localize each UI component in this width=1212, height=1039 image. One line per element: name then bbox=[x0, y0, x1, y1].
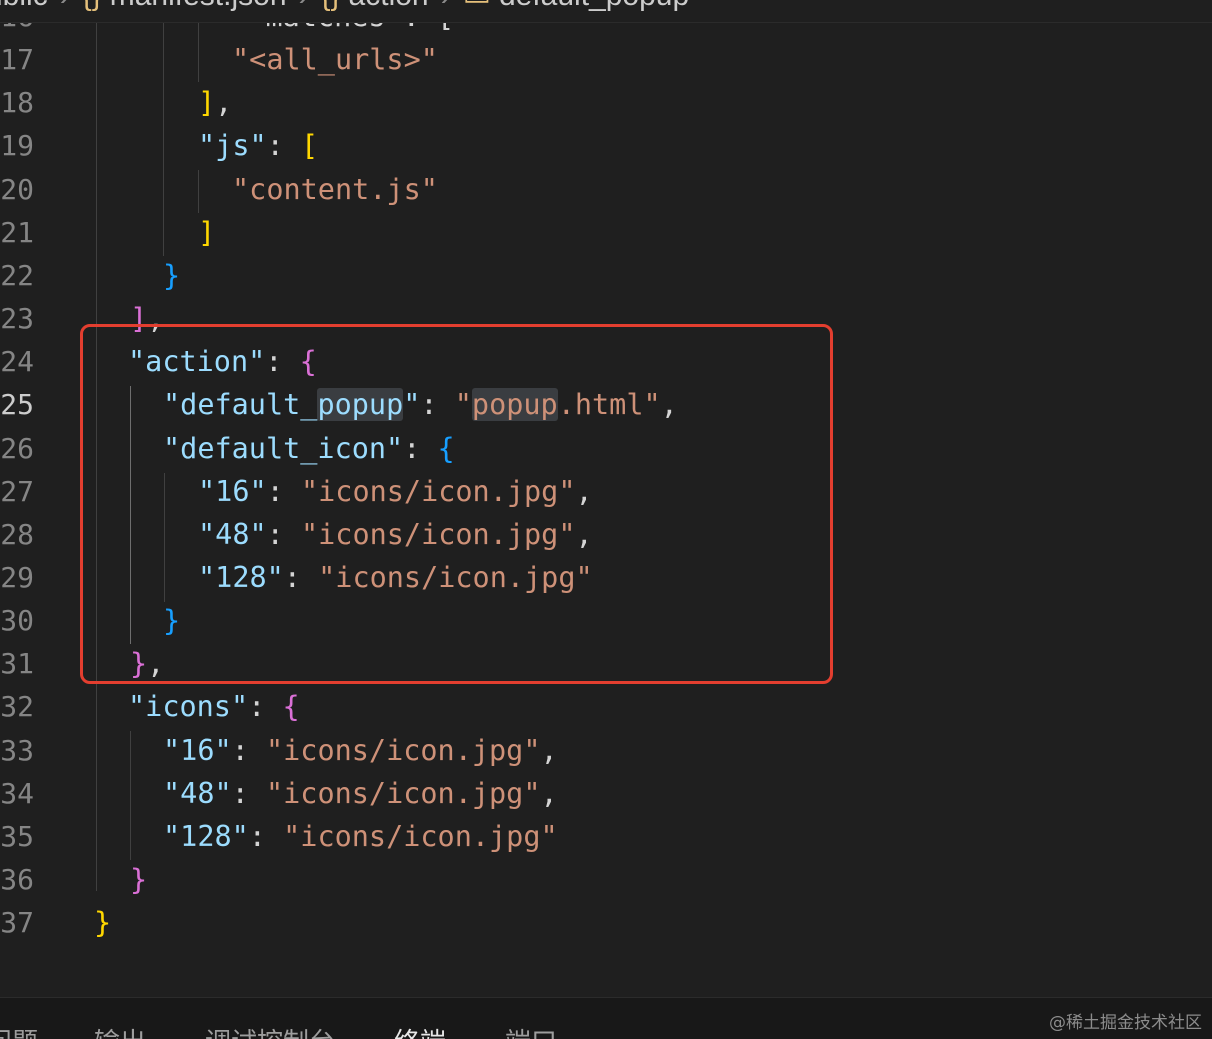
line-number: 22 bbox=[0, 258, 34, 292]
code-token: "48" bbox=[163, 776, 232, 810]
code-token: [ bbox=[300, 129, 319, 163]
code-token: "icons/icon.jpg" bbox=[265, 776, 541, 810]
code-token: } bbox=[130, 863, 148, 896]
code-token: : bbox=[248, 690, 283, 724]
breadcrumb-item-default-popup[interactable]: default_popup bbox=[499, 0, 689, 12]
line-number: 37 bbox=[0, 906, 34, 940]
tab-problems[interactable]: 问题 bbox=[0, 1022, 38, 1039]
code-line[interactable]: 17 "<all_urls>" bbox=[0, 38, 1212, 81]
line-number: 17 bbox=[0, 43, 34, 77]
code-line[interactable]: 20 "content.js" bbox=[0, 168, 1212, 211]
line-code: ] bbox=[198, 211, 215, 254]
code-token: ] bbox=[198, 86, 216, 120]
code-token: "icons/icon.jpg" bbox=[283, 819, 558, 853]
line-number: 36 bbox=[0, 863, 34, 896]
code-line[interactable]: 16 "matches": [ bbox=[0, 22, 1212, 38]
chevron-right-icon: › bbox=[441, 0, 451, 12]
indent-guide bbox=[130, 731, 131, 860]
line-number: 19 bbox=[0, 129, 34, 163]
code-token: } bbox=[94, 906, 112, 940]
line-code: "48": "icons/icon.jpg", bbox=[163, 772, 558, 815]
line-code: "matches": [ bbox=[214, 22, 454, 38]
line-number: 18 bbox=[0, 86, 34, 120]
code-line[interactable]: 33 "16": "icons/icon.jpg", bbox=[0, 729, 1212, 772]
tab-output[interactable]: 输出 bbox=[94, 1022, 146, 1039]
breadcrumb: ublic › {} manifest.json › {} action › ▭ default_… bbox=[0, 0, 1212, 23]
code-token: ] bbox=[198, 215, 216, 249]
line-code: ], bbox=[198, 81, 232, 124]
code-token: "icons" bbox=[128, 690, 249, 724]
line-code: } bbox=[94, 901, 111, 944]
line-number: 34 bbox=[0, 776, 34, 810]
line-number: 28 bbox=[0, 517, 34, 551]
tab-debug-console[interactable]: 调试控制台 bbox=[205, 1022, 335, 1039]
code-token: , bbox=[540, 776, 558, 810]
code-token: { bbox=[282, 690, 300, 724]
line-code: } bbox=[163, 254, 180, 297]
code-token: "128" bbox=[163, 819, 249, 853]
indent-guide bbox=[163, 22, 164, 256]
json-object-icon: {} bbox=[321, 0, 341, 12]
line-code: } bbox=[130, 858, 147, 901]
line-number: 24 bbox=[0, 345, 34, 379]
breadcrumb-item-action[interactable]: action bbox=[349, 0, 429, 12]
code-token: "<all_urls>" bbox=[232, 43, 438, 77]
code-token: "content.js" bbox=[232, 172, 438, 206]
code-line[interactable]: 18], bbox=[0, 81, 1212, 124]
breadcrumb-item-file[interactable]: manifest.json bbox=[110, 0, 287, 12]
line-number: 25 bbox=[0, 388, 34, 422]
line-number: 27 bbox=[0, 474, 34, 508]
line-code: "<all_urls>" bbox=[232, 38, 438, 81]
panel-tab-bar: 问题 输出 调试控制台 终端 端口 @稀土掘金技术社区 bbox=[0, 997, 1212, 1039]
code-token: "matches": [ bbox=[214, 22, 454, 33]
code-token: "js" bbox=[198, 129, 267, 163]
code-token: : bbox=[231, 733, 266, 767]
line-number: 35 bbox=[0, 819, 34, 853]
chevron-right-icon: › bbox=[60, 0, 70, 12]
watermark: @稀土掘金技术社区 bbox=[1049, 1013, 1202, 1033]
line-code: "icons": { bbox=[128, 685, 300, 728]
code-line[interactable]: 21] bbox=[0, 211, 1212, 254]
breadcrumb-item-folder[interactable]: ublic bbox=[0, 0, 48, 12]
line-number: 26 bbox=[0, 431, 34, 465]
line-number: 21 bbox=[0, 215, 34, 249]
line-code: "128": "icons/icon.jpg" bbox=[163, 815, 558, 858]
code-line[interactable]: 36} bbox=[0, 858, 1212, 901]
line-code: "16": "icons/icon.jpg", bbox=[163, 729, 558, 772]
line-number: 32 bbox=[0, 690, 34, 724]
code-line[interactable]: 37} bbox=[0, 901, 1212, 944]
line-code: "content.js" bbox=[232, 168, 438, 211]
code-line[interactable]: 19 "js": [ bbox=[0, 124, 1212, 167]
json-string-icon: ▭ bbox=[463, 0, 491, 12]
line-number: 30 bbox=[0, 604, 34, 638]
code-line[interactable]: 32 "icons": { bbox=[0, 685, 1212, 728]
code-line[interactable]: 35 "128": "icons/icon.jpg" bbox=[0, 815, 1212, 858]
code-token: : bbox=[266, 129, 301, 163]
line-code: "js": [ bbox=[198, 124, 318, 167]
tab-ports[interactable]: 端口 bbox=[505, 1022, 557, 1039]
annotation-highlight-box bbox=[80, 324, 833, 684]
indent-guide bbox=[198, 170, 199, 213]
code-token: "16" bbox=[163, 733, 232, 767]
line-number: 31 bbox=[0, 647, 34, 681]
json-file-icon: {} bbox=[82, 0, 102, 12]
line-number: 20 bbox=[0, 172, 34, 206]
code-line[interactable]: 34 "48": "icons/icon.jpg", bbox=[0, 772, 1212, 815]
code-token: , bbox=[215, 86, 233, 120]
line-number: 16 bbox=[0, 22, 34, 38]
code-line[interactable]: 22} bbox=[0, 254, 1212, 297]
line-number: 33 bbox=[0, 733, 34, 767]
code-token: } bbox=[163, 258, 181, 292]
line-number: 29 bbox=[0, 560, 34, 594]
code-token: "icons/icon.jpg" bbox=[265, 733, 541, 767]
code-token: , bbox=[540, 733, 558, 767]
code-token: : bbox=[248, 819, 284, 853]
indent-guide bbox=[198, 22, 199, 82]
chevron-right-icon: › bbox=[299, 0, 309, 12]
tab-terminal[interactable]: 终端 bbox=[394, 1022, 446, 1039]
code-token: : bbox=[231, 776, 266, 810]
line-number: 23 bbox=[0, 302, 34, 336]
